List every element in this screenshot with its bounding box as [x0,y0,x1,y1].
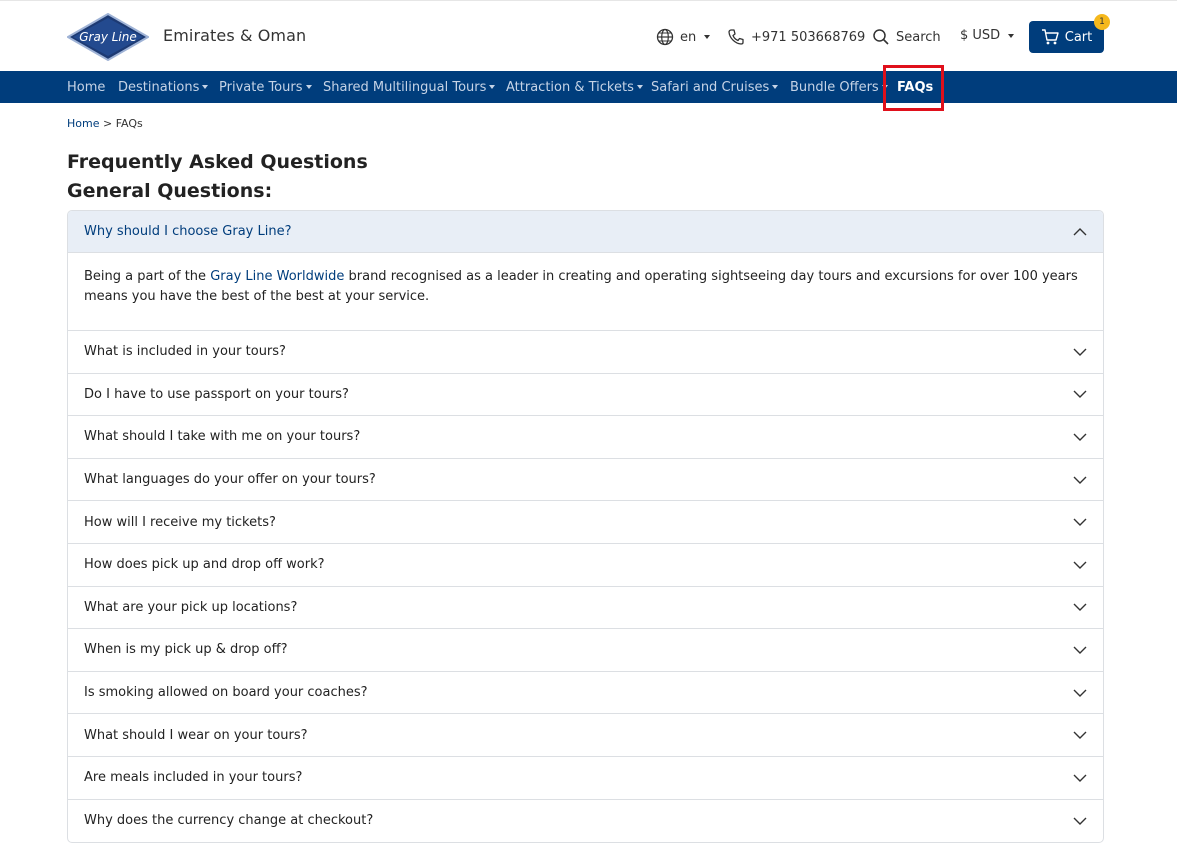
nav-destinations-label: Destinations [118,79,200,95]
nav-home-label: Home [67,79,106,95]
site-name: Emirates & Oman [163,26,307,45]
faq-question: How will I receive my tickets? [84,514,276,530]
breadcrumb-current: FAQs [115,117,143,130]
breadcrumb-separator: > [102,117,113,130]
faq-question: Do I have to use passport on your tours? [84,386,349,402]
chevron-up-icon [1073,227,1087,235]
chevron-down-icon [1073,390,1087,399]
caret-down-icon [305,85,312,89]
faq-item[interactable]: What should I wear on your tours? [68,714,1103,757]
faq-question: What should I take with me on your tours… [84,429,361,445]
nav-shared-tours-label: Shared Multilingual Tours [323,79,487,95]
faq-item[interactable]: How will I receive my tickets? [68,501,1103,544]
caret-down-icon [202,85,209,89]
chevron-down-icon [1073,646,1087,654]
section-title: General Questions: [67,180,273,202]
faq-item[interactable]: Are meals included in your tours? [68,757,1103,800]
nav-safari[interactable]: Safari and Cruises [651,71,779,103]
faq-question: What should I wear on your tours? [84,727,308,743]
site-header: Gray Line Emirates & Oman en +971 503668… [0,0,1177,71]
chevron-down-icon [1073,817,1087,825]
chevron-down-icon [1073,731,1087,740]
search-icon [873,29,889,45]
globe-icon [656,28,674,46]
faq-question: Why does the currency change at checkout… [84,813,374,829]
faqs-highlight-box [883,65,944,111]
breadcrumb: Home > FAQs [67,117,143,130]
logo-text: Gray Line [79,30,137,44]
nav-private-tours[interactable]: Private Tours [219,71,312,103]
faq-question: What are your pick up locations? [84,599,298,615]
faq-item[interactable]: Is smoking allowed on board your coaches… [68,672,1103,715]
faq-answer: Being a part of the Gray Line Worldwide … [68,253,1103,331]
breadcrumb-home[interactable]: Home [67,117,99,130]
gray-line-worldwide-link[interactable]: Gray Line Worldwide [210,269,344,284]
chevron-down-icon [1073,476,1087,484]
chevron-down-icon [1073,518,1087,527]
caret-down-icon [489,85,496,89]
faq-question: When is my pick up & drop off? [84,642,288,658]
chevron-down-icon [1073,433,1087,441]
caret-down-icon [772,85,779,89]
faq-question: What languages do your offer on your tou… [84,472,376,488]
chevron-down-icon [1073,348,1087,356]
cart-button[interactable]: Cart [1029,21,1104,53]
chevron-down-icon [1073,603,1087,612]
page-title: Frequently Asked Questions [67,151,368,173]
search-label: Search [896,29,941,45]
faq-question: Are meals included in your tours? [84,770,303,786]
faq-item[interactable]: How does pick up and drop off work? [68,544,1103,587]
nav-shared-tours[interactable]: Shared Multilingual Tours [323,71,496,103]
language-label: en [680,29,697,45]
nav-home[interactable]: Home [67,71,105,103]
gray-line-logo[interactable]: Gray Line [67,13,149,61]
faq-item[interactable]: What is included in your tours? [68,331,1103,374]
cart-icon [1041,29,1059,45]
faq-item[interactable]: What are your pick up locations? [68,587,1103,630]
faq-answer-text: Being a part of the [84,269,211,284]
currency-selector[interactable]: $ USD [960,28,1015,43]
cart-count-badge: 1 [1094,14,1110,30]
phone-number: +971 503668769 [751,29,866,45]
phone-icon [728,29,744,45]
nav-bundle-offers[interactable]: Bundle Offers [790,71,888,103]
faq-item-open[interactable]: Why should I choose Gray Line? [68,211,1103,253]
main-nav: Home Destinations Private Tours Shared M… [0,71,1177,103]
nav-destinations[interactable]: Destinations [118,71,209,103]
nav-safari-label: Safari and Cruises [651,79,770,95]
faq-list: What is included in your tours? Do I have… [68,331,1103,842]
search-button[interactable]: Search [872,28,941,46]
faq-item[interactable]: When is my pick up & drop off? [68,629,1103,672]
faq-accordion: Why should I choose Gray Line? Being a p… [67,210,1104,844]
cart-label: Cart [1064,29,1093,45]
caret-down-icon [704,35,711,39]
nav-attractions-label: Attraction & Tickets [506,79,634,95]
nav-private-tours-label: Private Tours [219,79,303,95]
chevron-down-icon [1073,561,1087,569]
faq-question: How does pick up and drop off work? [84,557,325,573]
nav-attractions[interactable]: Attraction & Tickets [506,71,643,103]
phone-link[interactable]: +971 503668769 [727,28,865,46]
language-selector[interactable]: en [656,28,711,46]
faq-item[interactable]: What should I take with me on your tours… [68,416,1103,459]
nav-bundle-offers-label: Bundle Offers [790,79,879,95]
currency-label: $ USD [960,28,1001,43]
chevron-down-icon [1073,689,1087,697]
faq-item[interactable]: Do I have to use passport on your tours? [68,374,1103,417]
caret-down-icon [636,85,643,89]
faq-question: Is smoking allowed on board your coaches… [84,685,368,701]
faq-item[interactable]: What languages do your offer on your tou… [68,459,1103,502]
caret-down-icon [1008,33,1015,38]
chevron-down-icon [1073,774,1087,782]
faq-question: Why should I choose Gray Line? [84,224,292,239]
faq-question: What is included in your tours? [84,344,286,360]
faq-item[interactable]: Why does the currency change at checkout… [68,800,1103,843]
